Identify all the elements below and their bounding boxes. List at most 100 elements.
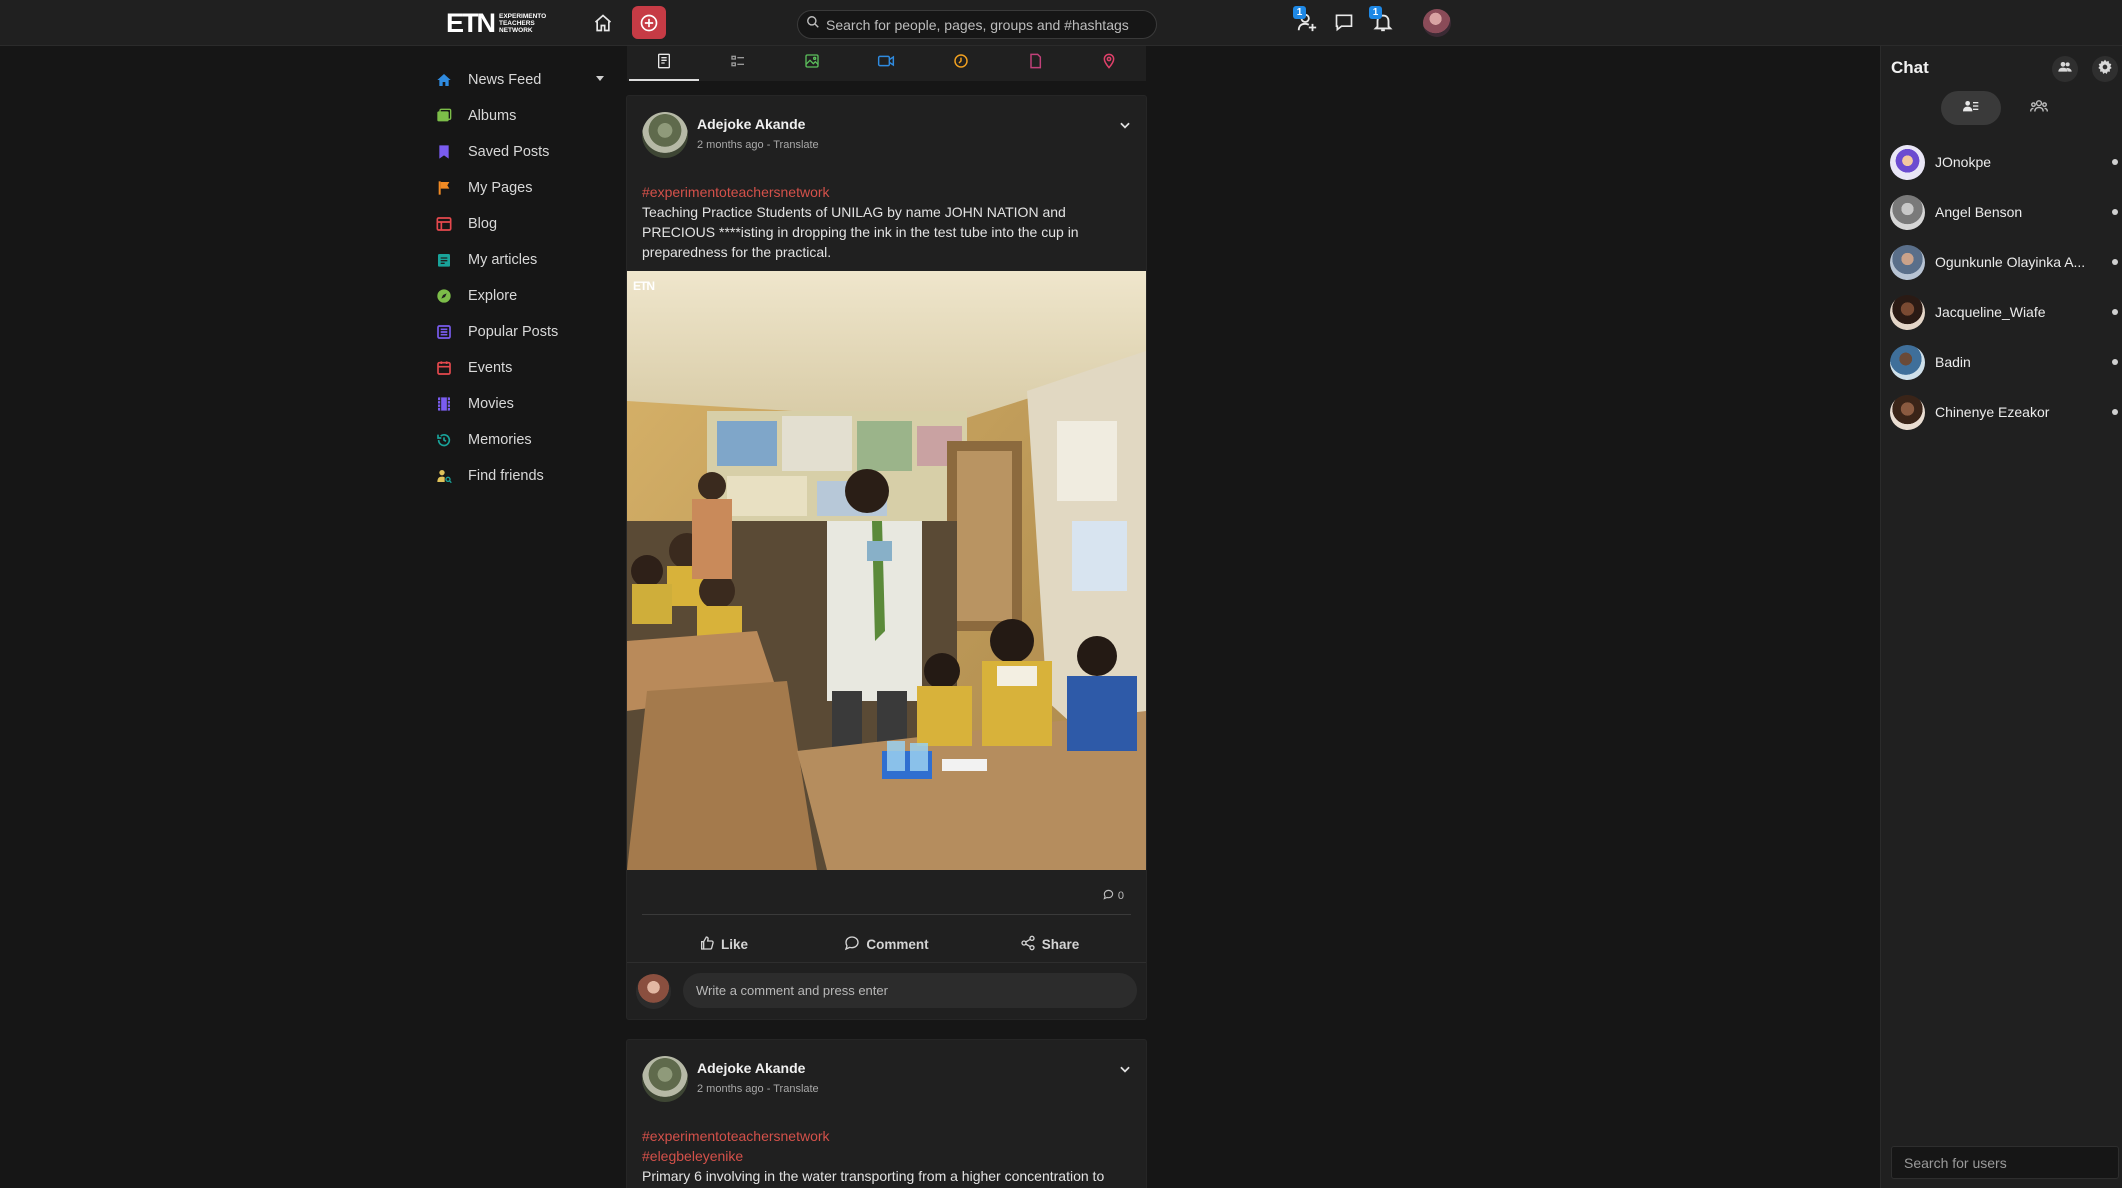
chat-user-item[interactable]: Jacqueline_Wiafe bbox=[1890, 294, 2118, 330]
post-photo[interactable]: ETN bbox=[627, 271, 1146, 870]
sidebar-item-label: Explore bbox=[468, 288, 518, 304]
chevron-down-icon[interactable] bbox=[596, 76, 604, 81]
poll-icon bbox=[730, 53, 746, 74]
post-body: #experimentoteachersnetwork #elegbeleyen… bbox=[642, 1126, 1112, 1188]
share-icon bbox=[1020, 935, 1036, 954]
sidebar-item-my-pages[interactable]: My Pages bbox=[430, 170, 610, 206]
comment-input[interactable] bbox=[683, 973, 1137, 1008]
sidebar-item-label: News Feed bbox=[468, 72, 542, 88]
video-icon bbox=[877, 53, 895, 74]
sidebar-item-blog[interactable]: Blog bbox=[430, 206, 610, 242]
chevron-down-icon[interactable] bbox=[1118, 1062, 1132, 1076]
messages-icon[interactable] bbox=[1332, 10, 1356, 34]
tab-image[interactable] bbox=[775, 46, 849, 81]
home-icon[interactable] bbox=[592, 12, 614, 34]
post-author-avatar[interactable] bbox=[642, 112, 688, 158]
sidebar-item-memories[interactable]: Memories bbox=[430, 422, 610, 458]
post-author-name[interactable]: Adejoke Akande bbox=[697, 116, 805, 132]
calendar-icon bbox=[436, 360, 452, 376]
sidebar-item-movies[interactable]: Movies bbox=[430, 386, 610, 422]
post-meta[interactable]: 2 months ago - Translate bbox=[697, 1083, 819, 1095]
like-button[interactable]: Like bbox=[642, 922, 805, 966]
post-card: Adejoke Akande 2 months ago - Translate … bbox=[626, 1039, 1147, 1188]
share-button[interactable]: Share bbox=[968, 922, 1131, 966]
sidebar-item-label: Popular Posts bbox=[468, 324, 559, 340]
divider bbox=[642, 914, 1131, 915]
flag-icon bbox=[436, 180, 452, 196]
tab-location[interactable] bbox=[1072, 46, 1146, 81]
chat-user-item[interactable]: Angel Benson bbox=[1890, 194, 2118, 230]
sidebar-item-explore[interactable]: Explore bbox=[430, 278, 610, 314]
chat-user-name: Badin bbox=[1935, 354, 1971, 370]
post-text: Primary 6 involving in the water transpo… bbox=[642, 1168, 1105, 1184]
tab-group-chats[interactable] bbox=[2009, 91, 2069, 125]
chat-user-name: Chinenye Ezeakor bbox=[1935, 404, 2050, 420]
notifications-icon[interactable]: 1 bbox=[1369, 6, 1397, 36]
user-avatar[interactable] bbox=[1423, 9, 1451, 37]
avatar bbox=[1890, 144, 1925, 180]
location-icon bbox=[1101, 53, 1117, 74]
hashtag-link[interactable]: #elegbeleyenike bbox=[642, 1146, 1112, 1166]
chat-user-item[interactable]: Badin bbox=[1890, 344, 2118, 380]
post-author-avatar[interactable] bbox=[642, 1056, 688, 1102]
classroom-photo bbox=[627, 271, 1146, 870]
chevron-down-icon[interactable] bbox=[1118, 118, 1132, 132]
sidebar-item-events[interactable]: Events bbox=[430, 350, 610, 386]
like-label: Like bbox=[720, 936, 748, 952]
sidebar-item-label: Find friends bbox=[468, 468, 544, 484]
tab-poll[interactable] bbox=[701, 46, 775, 81]
search-input[interactable] bbox=[826, 16, 1146, 33]
sidebar-item-my-articles[interactable]: My articles bbox=[430, 242, 610, 278]
friend-requests-icon[interactable]: 1 bbox=[1293, 6, 1321, 36]
post-author-name[interactable]: Adejoke Akande bbox=[697, 1060, 805, 1076]
chat-user-name: JOnokpe bbox=[1935, 154, 1992, 170]
sidebar-item-label: Blog bbox=[468, 216, 498, 232]
status-dot bbox=[2112, 309, 2118, 315]
tab-text-post[interactable] bbox=[627, 46, 701, 81]
sidebar-item-label: Saved Posts bbox=[468, 144, 550, 160]
tab-file[interactable] bbox=[998, 46, 1072, 81]
history-icon bbox=[436, 432, 452, 448]
comment-count[interactable]: 0 bbox=[1103, 889, 1124, 903]
post-meta[interactable]: 2 months ago - Translate bbox=[697, 139, 819, 151]
comment-label: Comment bbox=[866, 936, 929, 952]
top-bar: ETN EXPERIMENTO TEACHERS NETWORK 1 1 bbox=[0, 0, 2122, 46]
composer-tabs bbox=[627, 46, 1146, 81]
tab-online-users[interactable] bbox=[1941, 91, 2001, 125]
feeling-icon bbox=[953, 53, 969, 74]
chat-user-item[interactable]: Chinenye Ezeakor bbox=[1890, 394, 2118, 430]
chat-user-item[interactable]: Ogunkunle Olayinka A... bbox=[1890, 244, 2118, 280]
post-body: #experimentoteachersnetwork Teaching Pra… bbox=[642, 182, 1112, 262]
sidebar-item-saved-posts[interactable]: Saved Posts bbox=[430, 134, 610, 170]
bookmark-icon bbox=[436, 144, 452, 160]
gear-icon bbox=[2097, 59, 2113, 80]
tab-feeling[interactable] bbox=[924, 46, 998, 81]
status-dot bbox=[2112, 409, 2118, 415]
create-group-chat-button[interactable] bbox=[2052, 56, 2078, 82]
chat-user-item[interactable]: JOnokpe bbox=[1890, 144, 2118, 180]
text-post-icon bbox=[656, 53, 672, 74]
film-icon bbox=[436, 396, 452, 412]
comment-count-value: 0 bbox=[1117, 890, 1124, 902]
comment-composer bbox=[627, 962, 1146, 1021]
hashtag-link[interactable]: #experimentoteachersnetwork bbox=[642, 1126, 1112, 1146]
sidebar-item-albums[interactable]: Albums bbox=[430, 98, 610, 134]
comment-button[interactable]: Comment bbox=[805, 922, 968, 966]
sidebar-item-find-friends[interactable]: Find friends bbox=[430, 458, 610, 494]
create-post-button[interactable] bbox=[632, 6, 666, 39]
tab-video[interactable] bbox=[849, 46, 923, 81]
hashtag-link[interactable]: #experimentoteachersnetwork bbox=[642, 182, 1112, 202]
post-text: Teaching Practice Students of UNILAG by … bbox=[642, 204, 1079, 260]
sidebar-item-label: My articles bbox=[468, 252, 538, 268]
photo-watermark: ETN bbox=[633, 279, 655, 293]
chat-user-name: Jacqueline_Wiafe bbox=[1935, 304, 2046, 320]
global-search[interactable] bbox=[797, 10, 1157, 39]
chat-settings-button[interactable] bbox=[2092, 56, 2118, 82]
thumbs-up-icon bbox=[699, 935, 715, 954]
sidebar-item-news-feed[interactable]: News Feed bbox=[430, 62, 610, 98]
status-dot bbox=[2112, 159, 2118, 165]
logo-text: EXPERIMENTO TEACHERS NETWORK bbox=[499, 12, 547, 34]
chat-search-input[interactable] bbox=[1891, 1146, 2119, 1179]
sidebar-item-popular-posts[interactable]: Popular Posts bbox=[430, 314, 610, 350]
site-logo[interactable]: ETN EXPERIMENTO TEACHERS NETWORK bbox=[446, 10, 557, 37]
